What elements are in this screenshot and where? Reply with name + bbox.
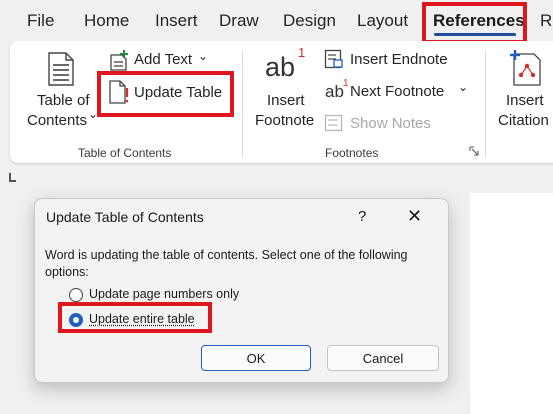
update-table-highlight (97, 71, 234, 117)
tab-home[interactable]: Home (84, 11, 129, 31)
dialog-title: Update Table of Contents (46, 209, 204, 225)
tab-review-partial[interactable]: Re (540, 11, 553, 31)
group-separator (242, 50, 243, 158)
group-separator (485, 50, 486, 158)
radio-button[interactable] (69, 288, 83, 302)
tab-stop-selector[interactable] (9, 173, 16, 182)
tab-file[interactable]: File (27, 11, 54, 31)
footnote-ab-icon: ab (265, 52, 296, 82)
insert-citation-line1: Insert (506, 92, 544, 109)
insert-endnote-icon (324, 49, 343, 69)
tab-design[interactable]: Design (283, 11, 336, 31)
tab-draw[interactable]: Draw (219, 11, 259, 31)
close-icon[interactable]: ✕ (407, 206, 422, 227)
insert-citation-line2: Citation (498, 112, 549, 129)
add-text-icon (110, 50, 128, 71)
next-footnote-chevron-down-icon[interactable]: ⌄ (458, 80, 468, 94)
table-of-contents-icon (48, 52, 74, 86)
insert-citation-icon (510, 50, 541, 86)
entire-table-highlight (58, 302, 212, 333)
update-toc-dialog: Update Table of Contents ? ✕ Word is upd… (34, 198, 449, 383)
show-notes-icon (324, 114, 343, 132)
insert-footnote-line2: Footnote (255, 112, 315, 129)
references-tab-highlight (422, 2, 527, 44)
add-text-chevron-down-icon: ⌄ (198, 49, 209, 63)
dialog-launcher-icon[interactable] (469, 146, 479, 156)
add-text-label: Add Text (134, 51, 193, 68)
help-icon[interactable]: ? (358, 208, 366, 225)
document-page[interactable] (470, 193, 553, 414)
footnote-superscript: 1 (298, 45, 306, 60)
show-notes-label: Show Notes (350, 115, 431, 132)
insert-footnote-line1: Insert (267, 92, 305, 109)
toc-label-line1: Table of (37, 92, 90, 109)
tab-layout[interactable]: Layout (357, 11, 408, 31)
next-footnote-ab-icon: ab (325, 82, 344, 101)
insert-endnote-label: Insert Endnote (350, 51, 448, 68)
cancel-button[interactable]: Cancel (327, 345, 439, 371)
dialog-message: Word is updating the table of contents. … (45, 248, 408, 279)
toc-label-line2: Contents (27, 112, 88, 129)
radio-label: Update page numbers only (89, 287, 240, 301)
ok-button[interactable]: OK (201, 345, 311, 371)
tab-insert[interactable]: Insert (155, 11, 198, 31)
footnotes-group-label: Footnotes (325, 146, 379, 160)
next-footnote-superscript: 1 (343, 78, 349, 89)
next-footnote-label: Next Footnote (350, 83, 445, 100)
toc-group-label: Table of Contents (78, 146, 172, 160)
